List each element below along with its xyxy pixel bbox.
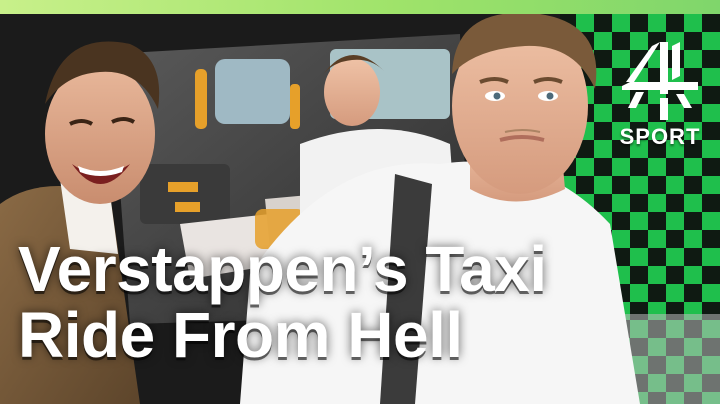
video-thumbnail[interactable]: SPORT Verstappen’s Taxi Ride From Hell: [0, 0, 720, 404]
grab-handle-left: [195, 69, 207, 129]
title-line-2: Ride From Hell: [18, 299, 463, 371]
thumbnail-title: Verstappen’s Taxi Ride From Hell: [18, 236, 578, 368]
channel-4-logo-icon: [622, 42, 698, 120]
logo-sport-label: SPORT: [619, 124, 701, 149]
taxi-window-left: [215, 59, 290, 124]
channel-4-sport-logo: SPORT: [612, 36, 708, 152]
grab-handle-right: [290, 84, 300, 129]
top-accent-stripe: [0, 0, 720, 14]
passenger-face: [324, 58, 380, 126]
title-line-1: Verstappen’s Taxi: [18, 233, 547, 305]
